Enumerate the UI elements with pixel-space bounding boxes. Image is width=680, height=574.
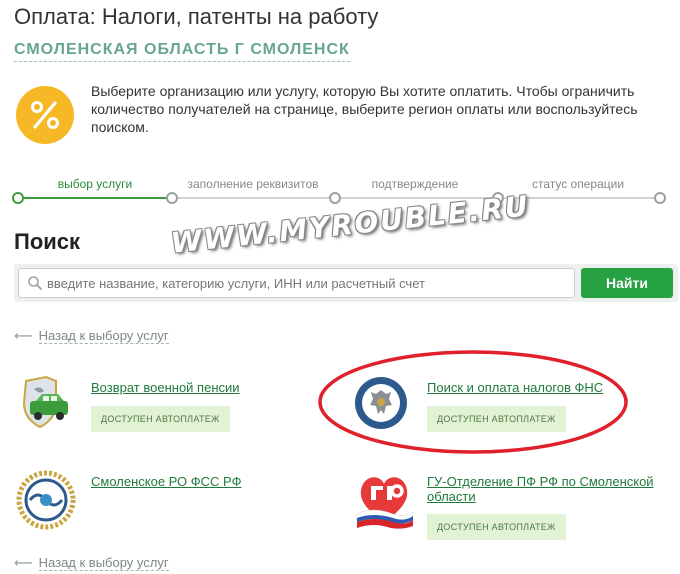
progress-steps: выбор услуги заполнение реквизитов подтв…: [0, 172, 680, 206]
step-3-dot: [329, 192, 341, 204]
info-text: Выберите организацию или услугу, которую…: [91, 83, 638, 135]
step-end-dot: [654, 192, 666, 204]
step-1-dot: [12, 192, 24, 204]
service-military-pension-link[interactable]: Возврат военной пенсии: [91, 380, 240, 395]
service-pfr-link[interactable]: ГУ-Отделение ПФ РФ по Смоленской области: [427, 474, 657, 504]
step-1-label: выбор услуги: [57, 177, 133, 191]
step-2-dot: [166, 192, 178, 204]
pfr-logo[interactable]: [353, 468, 414, 529]
search-bar: Найти: [14, 264, 678, 302]
percent-icon: [16, 86, 74, 144]
arrow-left-icon: ⟵: [14, 555, 33, 570]
search-icon: [27, 275, 43, 296]
autopay-badge: ДОСТУПЕН АВТОПЛАТЕЖ: [91, 406, 230, 432]
back-link-label: Назад к выбору услуг: [38, 328, 169, 344]
step-2-label: заполнение реквизитов: [187, 177, 319, 191]
search-field[interactable]: [18, 268, 575, 298]
page-title: Оплата: Налоги, патенты на работу: [14, 4, 379, 29]
search-heading: Поиск: [14, 229, 81, 254]
service-fss-link[interactable]: Смоленское РО ФСС РФ: [91, 474, 241, 489]
step-3-label: подтверждение: [371, 177, 459, 191]
arrow-left-icon: ⟵: [14, 328, 33, 343]
step-track: [172, 197, 658, 199]
back-to-services-link-top[interactable]: ⟵ Назад к выбору услуг: [14, 328, 169, 344]
fss-logo[interactable]: [16, 470, 76, 530]
back-to-services-link-bottom[interactable]: ⟵ Назад к выбору услуг: [14, 555, 169, 571]
highlight-ellipse: [318, 350, 628, 454]
region-selector[interactable]: СМОЛЕНСКАЯ ОБЛАСТЬ Г СМОЛЕНСК: [14, 41, 350, 62]
find-button[interactable]: Найти: [581, 268, 673, 298]
step-track-active: [18, 197, 170, 199]
back-link-label: Назад к выбору услуг: [38, 555, 169, 571]
search-input[interactable]: [47, 269, 567, 297]
autopay-badge: ДОСТУПЕН АВТОПЛАТЕЖ: [427, 514, 566, 540]
military-pension-logo[interactable]: [16, 375, 72, 431]
